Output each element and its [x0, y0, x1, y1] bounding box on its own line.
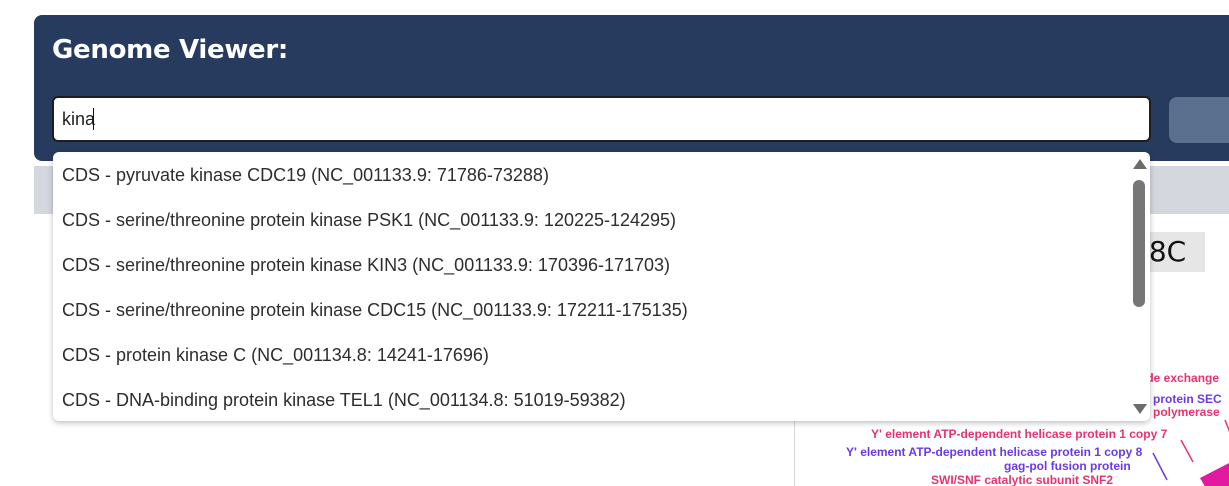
scrollbar-thumb[interactable] — [1133, 180, 1145, 307]
suggestion-item[interactable]: CDS - serine/threonine protein kinase CD… — [62, 288, 1122, 333]
suggestion-item[interactable]: CDS - pyruvate kinase CDC19 (NC_001133.9… — [62, 153, 1122, 198]
suggestion-item[interactable]: CDS - DNA-binding protein kinase TEL1 (N… — [62, 378, 1122, 421]
dropdown-scrollbar[interactable] — [1128, 152, 1150, 421]
genome-viewer-header: Genome Viewer: — [34, 15, 1229, 161]
connector-line — [1180, 439, 1194, 463]
gene-arc-segment — [1200, 463, 1229, 486]
search-input[interactable] — [52, 96, 1151, 142]
scroll-up-arrow-icon[interactable] — [1133, 159, 1147, 169]
suggestion-dropdown[interactable]: CDS - pyruvate kinase CDC19 (NC_001133.9… — [53, 152, 1150, 421]
text-caret — [93, 108, 94, 130]
connector-line — [1152, 452, 1168, 481]
page-title: Genome Viewer: — [52, 35, 289, 65]
suggestion-item[interactable]: CDS - protein kinase C (NC_001134.8: 142… — [62, 333, 1122, 378]
connector-line — [1224, 419, 1229, 433]
suggestion-item[interactable]: CDS - serine/threonine protein kinase PS… — [62, 198, 1122, 243]
search-button[interactable] — [1169, 97, 1229, 143]
scroll-down-arrow-icon[interactable] — [1133, 404, 1147, 414]
suggestion-item[interactable]: CDS - serine/threonine protein kinase KI… — [62, 243, 1122, 288]
